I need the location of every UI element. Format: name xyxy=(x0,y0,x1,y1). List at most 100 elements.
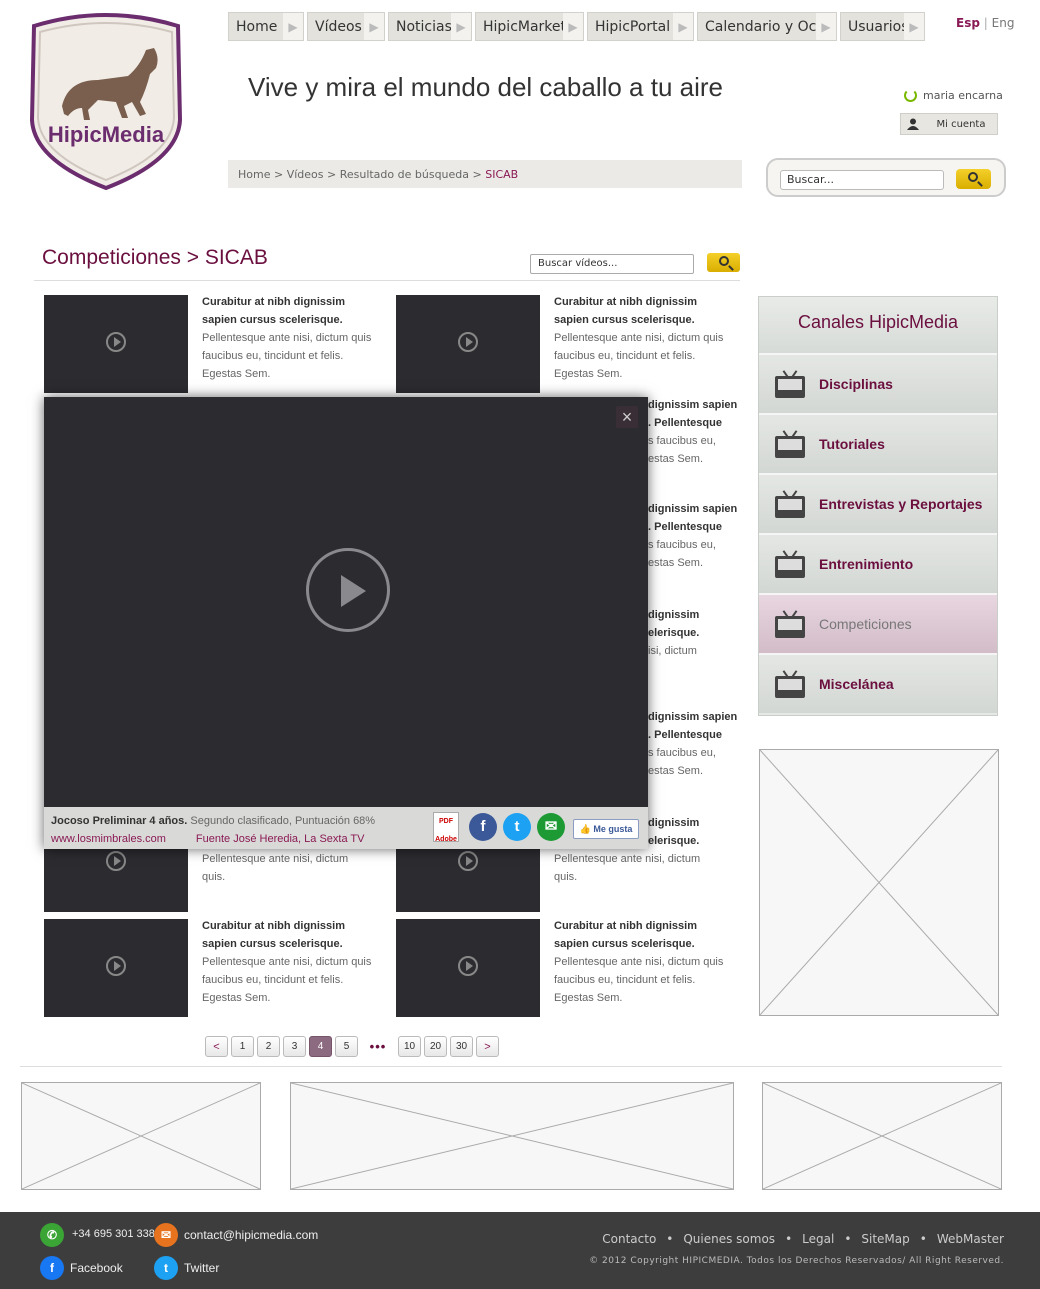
power-icon[interactable] xyxy=(904,89,917,102)
video-thumbnail[interactable] xyxy=(44,848,188,912)
channel-item[interactable]: Disciplinas xyxy=(759,353,997,413)
nav-item[interactable]: HipicPortal ▶ xyxy=(587,12,694,41)
video-title[interactable]: . Pellentesque xyxy=(648,521,722,533)
footer-link[interactable]: SiteMap xyxy=(861,1232,909,1246)
video-search-input[interactable]: Buscar vídeos... xyxy=(530,254,694,274)
video-text: isi, dictum xyxy=(648,645,697,657)
tv-icon xyxy=(775,370,805,398)
footer-email[interactable]: contact@hipicmedia.com xyxy=(184,1228,318,1242)
nav-item[interactable]: Calendario y Ocio ▶ xyxy=(697,12,837,41)
my-account-button[interactable]: Mi cuenta xyxy=(900,113,998,135)
page-button[interactable]: 1 xyxy=(231,1036,254,1057)
video-title[interactable]: elerisque. xyxy=(648,627,699,639)
video-description: Curabitur at nibh dignissim sapien cursu… xyxy=(554,293,734,383)
breadcrumb: Home > Vídeos > Resultado de búsqueda > … xyxy=(228,160,742,188)
channel-item[interactable]: Tutoriales xyxy=(759,413,997,473)
video-title[interactable]: Curabitur at nibh dignissim sapien cursu… xyxy=(554,296,697,326)
page-button[interactable]: 10 xyxy=(398,1036,421,1057)
triangle-right-icon: ▶ xyxy=(364,13,384,40)
breadcrumb-path[interactable]: Home > Vídeos > Resultado de búsqueda > xyxy=(238,168,485,181)
nav-item[interactable]: Home ▶ xyxy=(228,12,304,41)
nav-item[interactable]: HipicMarket ▶ xyxy=(475,12,584,41)
video-description: Curabitur at nibh dignissim sapien cursu… xyxy=(202,293,382,383)
play-icon xyxy=(458,956,478,976)
nav-item-label: Noticias xyxy=(396,18,452,35)
search-icon xyxy=(968,172,978,182)
video-title[interactable]: Curabitur at nibh dignissim sapien cursu… xyxy=(554,920,697,950)
video-thumbnail[interactable] xyxy=(396,295,540,393)
video-text: s faucibus eu, xyxy=(648,539,716,551)
video-title[interactable]: . Pellentesque xyxy=(648,729,722,741)
page-button[interactable]: 5 xyxy=(335,1036,358,1057)
lang-esp[interactable]: Esp xyxy=(956,16,980,30)
site-search-button[interactable] xyxy=(956,169,991,189)
email-icon[interactable]: ✉ xyxy=(537,813,565,841)
nav-item[interactable]: Usuarios ▶ xyxy=(840,12,925,41)
footer-link[interactable]: WebMaster xyxy=(937,1232,1004,1246)
user-status[interactable]: maria encarna xyxy=(904,89,1003,102)
video-title[interactable]: Curabitur at nibh dignissim sapien cursu… xyxy=(202,920,345,950)
video-thumbnail[interactable] xyxy=(44,919,188,1017)
channels-panel: Canales HipicMedia Disciplinas Tutoriales… xyxy=(758,296,998,716)
channel-label: Entrevistas y Reportajes xyxy=(819,496,983,512)
banner-placeholder xyxy=(762,1082,1002,1190)
video-title[interactable]: Curabitur at nibh dignissim sapien cursu… xyxy=(202,296,345,326)
channel-item[interactable]: Miscelánea xyxy=(759,653,997,713)
channel-label: Tutoriales xyxy=(819,436,885,452)
close-icon[interactable]: × xyxy=(616,406,638,428)
play-icon xyxy=(458,332,478,352)
nav-item[interactable]: Noticias ▶ xyxy=(388,12,472,41)
svg-text:HipicMedia: HipicMedia xyxy=(48,122,165,147)
separator-dot: • xyxy=(785,1232,793,1246)
nav-item[interactable]: Vídeos ▶ xyxy=(307,12,385,41)
twitter-icon[interactable]: t xyxy=(503,813,531,841)
lang-separator: | xyxy=(983,16,988,30)
prev-page-button[interactable]: < xyxy=(205,1036,228,1057)
footer-twitter[interactable]: Twitter xyxy=(184,1261,219,1275)
channel-item[interactable]: Competiciones xyxy=(759,593,997,653)
hipicmedia-logo[interactable]: HipicMedia xyxy=(28,10,184,192)
next-page-button[interactable]: > xyxy=(476,1036,499,1057)
nav-item-label: Usuarios xyxy=(848,18,909,35)
video-title[interactable]: dignissim sapien xyxy=(648,503,737,515)
video-info-link[interactable]: www.losmimbrales.com xyxy=(51,833,166,845)
video-thumbnail[interactable] xyxy=(44,295,188,393)
nav-item-label: HipicMarket xyxy=(483,18,567,35)
footer-link[interactable]: Legal xyxy=(802,1232,834,1246)
video-title[interactable]: elerisque. xyxy=(648,835,699,847)
video-title[interactable]: dignissim xyxy=(648,609,699,621)
video-info-source[interactable]: Fuente José Heredia, La Sexta TV xyxy=(196,833,365,845)
facebook-like-button[interactable]: 👍 Me gusta xyxy=(573,819,639,839)
lang-eng[interactable]: Eng xyxy=(992,16,1015,30)
main-nav: Home ▶ Vídeos ▶ Noticias ▶ HipicMarket ▶ HipicPo… xyxy=(228,12,925,41)
footer-link[interactable]: Contacto xyxy=(602,1232,656,1246)
channels-title: Canales HipicMedia xyxy=(759,297,997,353)
tv-icon xyxy=(775,430,805,458)
channel-item[interactable]: Entrevistas y Reportajes xyxy=(759,473,997,533)
page-button[interactable]: 3 xyxy=(283,1036,306,1057)
video-title[interactable]: dignissim sapien xyxy=(648,711,737,723)
video-search-button[interactable] xyxy=(707,253,740,272)
page-button[interactable]: 4 xyxy=(309,1036,332,1057)
video-title[interactable]: dignissim xyxy=(648,817,699,829)
footer-facebook[interactable]: Facebook xyxy=(70,1261,123,1275)
facebook-icon[interactable]: f xyxy=(469,813,497,841)
video-thumbnail[interactable] xyxy=(396,919,540,1017)
site-search: Buscar... xyxy=(766,158,1006,197)
video-text: Pellentesque ante nisi, dictum quis fauc… xyxy=(554,956,724,1004)
video-thumbnail[interactable] xyxy=(396,848,540,912)
footer-link[interactable]: Quienes somos xyxy=(683,1232,775,1246)
video-title[interactable]: . Pellentesque xyxy=(648,417,722,429)
channel-label: Competiciones xyxy=(819,616,912,632)
page-button[interactable]: 30 xyxy=(450,1036,473,1057)
channel-item[interactable]: Entrenimiento xyxy=(759,533,997,593)
play-icon[interactable] xyxy=(306,548,390,632)
page-button[interactable]: 20 xyxy=(424,1036,447,1057)
channel-label: Disciplinas xyxy=(819,376,893,392)
page-button[interactable]: 2 xyxy=(257,1036,280,1057)
pdf-icon[interactable]: PDF Adobe xyxy=(433,812,459,843)
video-title[interactable]: dignissim sapien xyxy=(648,399,737,411)
facebook-icon[interactable]: f xyxy=(40,1256,64,1280)
twitter-icon[interactable]: t xyxy=(154,1256,178,1280)
site-search-input[interactable]: Buscar... xyxy=(780,170,944,190)
